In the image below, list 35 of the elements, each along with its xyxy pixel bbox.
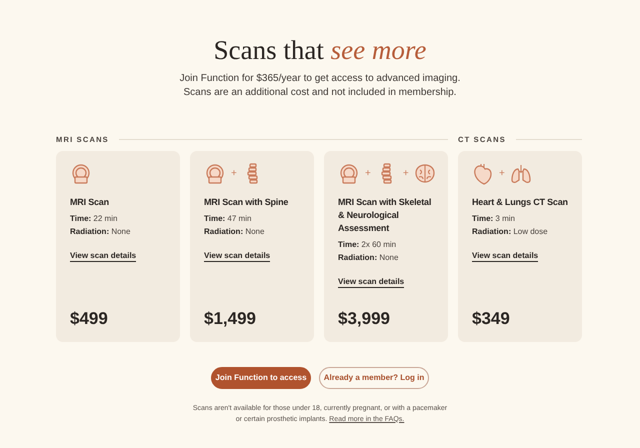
- heading: Scans that see more: [212, 36, 428, 66]
- login-button[interactable]: Already a member? Log in: [319, 366, 429, 389]
- scan-detail: Radiation: None: [338, 252, 400, 264]
- price: $499: [70, 308, 109, 330]
- heart-icon: [472, 162, 494, 185]
- lungs-icon: [510, 162, 532, 185]
- scan-name: MRI Scan: [70, 196, 110, 209]
- details-link[interactable]: View scan details: [204, 250, 270, 262]
- details-link[interactable]: View scan details: [338, 276, 404, 288]
- brain-icon: [414, 162, 436, 185]
- price: $1,499: [204, 308, 257, 330]
- intro-text: Scans are an additional cost and not included in membership.: [182, 86, 458, 100]
- scanner-icon: [204, 162, 226, 185]
- scan-detail: Radiation: None: [70, 226, 132, 238]
- join-button[interactable]: Join Function to access: [211, 366, 311, 389]
- scanner-icon: [338, 162, 360, 185]
- price: $3,999: [338, 308, 391, 330]
- plus-sign: +: [365, 167, 371, 182]
- scan-detail: Time: 2x 60 min: [338, 238, 398, 251]
- price: $349: [472, 308, 511, 330]
- scan-detail: Time: 22 min: [70, 212, 118, 225]
- plus-sign: +: [402, 167, 409, 182]
- intro-text: Join Function for $365/year to get access to advanced imaging.: [178, 72, 462, 86]
- scan-name: MRI Scan with Skeletal & Neurological Assessment: [338, 196, 432, 235]
- plus-sign: +: [499, 167, 505, 182]
- scan-name: MRI Scan with Spine: [204, 196, 290, 209]
- scan-detail: Time: 47 min: [204, 212, 252, 225]
- details-link[interactable]: View scan details: [70, 250, 136, 262]
- details-link[interactable]: View scan details: [472, 250, 538, 262]
- scan-name: Heart & Lungs CT Scan: [472, 196, 569, 209]
- scan-detail: Radiation: None: [204, 226, 266, 238]
- scanner-icon: [70, 162, 92, 185]
- scan-detail: Time: 3 min: [472, 212, 516, 225]
- scan-detail: Radiation: Low dose: [472, 226, 549, 238]
- plus-sign: +: [231, 167, 237, 182]
